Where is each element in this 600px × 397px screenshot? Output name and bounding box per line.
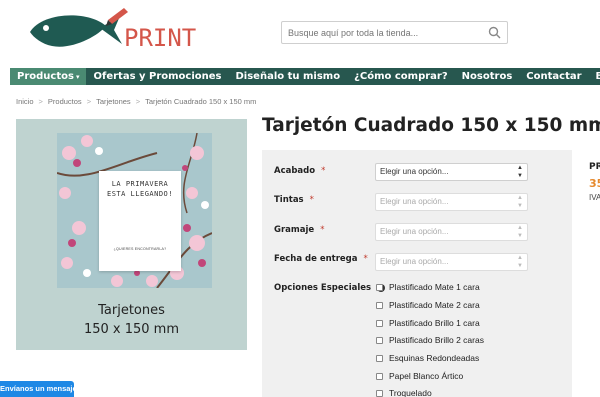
- checkbox[interactable]: [376, 336, 383, 344]
- site-header: PRINT: [0, 0, 600, 68]
- checkbox-option[interactable]: Plastificado Brillo 2 caras: [376, 333, 484, 347]
- checkbox-option[interactable]: Papel Blanco Ártico: [376, 369, 463, 383]
- checkbox-option[interactable]: Troquelado: [376, 386, 432, 397]
- breadcrumb-separator: >: [135, 97, 141, 106]
- gramaje-select[interactable]: Elegir una opción... ▲ ▼: [375, 223, 528, 241]
- breadcrumb-separator: >: [86, 97, 92, 106]
- checkbox-label: Plastificado Mate 2 cara: [389, 300, 480, 310]
- chat-message-button[interactable]: Envíanos un mensaje: [0, 381, 74, 397]
- search-input[interactable]: [282, 22, 482, 43]
- nav-item-productos[interactable]: Productos ▾: [10, 68, 87, 85]
- select-value: Elegir una opción...: [380, 197, 449, 206]
- nav-item-disenalo[interactable]: Diseñalo tu mismo: [229, 68, 348, 85]
- nav-item-nosotros[interactable]: Nosotros: [455, 68, 520, 85]
- option-label-tintas: Tintas *: [274, 195, 314, 205]
- required-mark: *: [320, 225, 325, 235]
- main-nav: Productos ▾ Ofertas y Promociones Diseñal…: [10, 68, 600, 85]
- breadcrumb-current: Tarjetón Cuadrado 150 x 150 mm: [145, 97, 257, 106]
- checkbox-label: Papel Blanco Ártico: [389, 371, 464, 381]
- card-title: LA PRIMAVERA ESTA LLEGANDO!: [106, 180, 173, 198]
- nav-item-ofertas[interactable]: Ofertas y Promociones: [86, 68, 228, 85]
- option-label-especiales: Opciones Especiales?: [274, 283, 386, 293]
- checkbox-option[interactable]: Plastificado Mate 1 cara: [376, 280, 480, 294]
- greeting-card: LA PRIMAVERA ESTA LLEGANDO! ¿QUIERES ENC…: [99, 171, 181, 271]
- select-value: Elegir una opción...: [380, 167, 449, 176]
- required-mark: *: [363, 254, 368, 264]
- checkbox-label: Plastificado Mate 1 cara: [389, 282, 480, 292]
- required-mark: *: [321, 166, 326, 176]
- checkbox-label: Esquinas Redondeadas: [389, 353, 480, 363]
- checkbox[interactable]: [376, 389, 383, 397]
- card-subtitle: ¿QUIERES ENCONTRARLA?: [113, 247, 167, 251]
- checkbox-option[interactable]: Plastificado Mate 2 cara: [376, 298, 480, 312]
- product-image[interactable]: LA PRIMAVERA ESTA LLEGANDO! ¿QUIERES ENC…: [16, 119, 247, 350]
- checkbox-label: Troquelado: [389, 388, 432, 397]
- select-value: Elegir una opción...: [380, 257, 449, 266]
- fecha-select[interactable]: Elegir una opción... ▲ ▼: [375, 253, 528, 271]
- product-options-panel: Acabado * Elegir una opción... ▲ ▼ Tintas * …: [262, 150, 572, 397]
- option-label-acabado: Acabado *: [274, 166, 326, 176]
- checkbox[interactable]: [376, 301, 383, 309]
- checkbox[interactable]: [376, 283, 383, 291]
- price-iva: IVA: [589, 193, 600, 202]
- breadcrumb: Inicio > Productos > Tarjetones > Tarjetón Cua…: [16, 97, 256, 106]
- required-mark: *: [309, 195, 314, 205]
- search-box[interactable]: [281, 21, 508, 44]
- nav-item-como-comprar[interactable]: ¿Cómo comprar?: [347, 68, 455, 85]
- checkbox-option[interactable]: Plastificado Brillo 1 cara: [376, 316, 480, 330]
- price-value: 35: [589, 177, 600, 190]
- select-arrows-icon: ▲ ▼: [517, 225, 523, 239]
- tintas-select[interactable]: Elegir una opción... ▲ ▼: [375, 193, 528, 211]
- checkbox-label: Plastificado Brillo 2 caras: [389, 335, 484, 345]
- breadcrumb-link-inicio[interactable]: Inicio: [16, 97, 34, 106]
- breadcrumb-link-tarjetones[interactable]: Tarjetones: [96, 97, 131, 106]
- breadcrumb-separator: >: [38, 97, 43, 106]
- acabado-select[interactable]: Elegir una opción... ▲ ▼: [375, 163, 528, 181]
- breadcrumb-link-productos[interactable]: Productos: [48, 97, 82, 106]
- site-logo[interactable]: PRINT: [28, 6, 196, 56]
- image-caption-line1: Tarjetones: [98, 303, 165, 318]
- checkbox-option[interactable]: Esquinas Redondeadas: [376, 351, 479, 365]
- product-photo: LA PRIMAVERA ESTA LLEGANDO! ¿QUIERES ENC…: [57, 133, 212, 288]
- select-arrows-icon: ▲ ▼: [517, 255, 523, 269]
- select-value: Elegir una opción...: [380, 227, 449, 236]
- option-label-gramaje: Gramaje *: [274, 225, 325, 235]
- price-label: PR: [589, 162, 600, 172]
- option-label-fecha: Fecha de entrega *: [274, 254, 368, 264]
- checkbox[interactable]: [376, 372, 383, 380]
- checkbox[interactable]: [376, 354, 383, 362]
- chevron-down-icon: ▾: [75, 73, 80, 81]
- nav-item-label: Productos: [17, 71, 74, 82]
- select-arrows-icon: ▲ ▼: [517, 165, 523, 179]
- logo-text: PRINT: [124, 24, 197, 52]
- select-arrows-icon: ▲ ▼: [517, 195, 523, 209]
- checkbox-label: Plastificado Brillo 1 cara: [389, 318, 480, 328]
- nav-item-contactar[interactable]: Contactar: [519, 68, 588, 85]
- checkbox[interactable]: [376, 319, 383, 327]
- image-caption-line2: 150 x 150 mm: [83, 322, 180, 337]
- search-icon[interactable]: [488, 26, 501, 39]
- nav-item-blog[interactable]: Blog: [589, 68, 600, 85]
- product-title: Tarjetón Cuadrado 150 x 150 mm: [262, 115, 600, 136]
